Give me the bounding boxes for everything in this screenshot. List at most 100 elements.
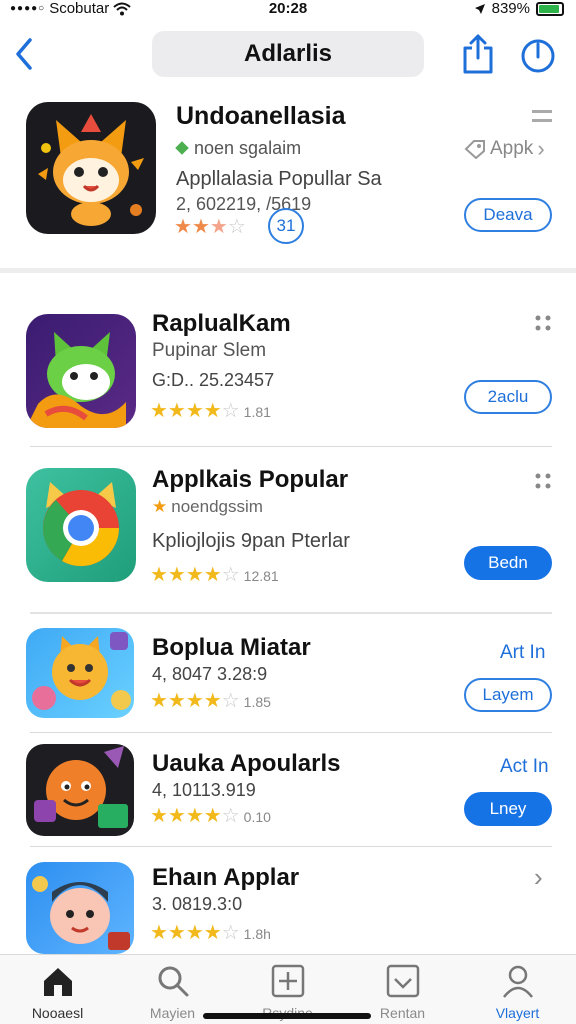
rating-count: 1.8h [243, 926, 271, 942]
inbox-icon [386, 964, 420, 998]
chevron-left-icon [16, 38, 32, 70]
app-icon-applkais[interactable] [26, 468, 136, 582]
app-rating-stars: ★★★★☆ 1.85 [150, 688, 271, 713]
fox-mascot-icon [38, 114, 144, 226]
tab-label: Nooaesl [31, 1005, 84, 1021]
app-meta: Kpliojlojis 9pan Pterlar [152, 530, 350, 552]
rating-count: 12.81 [243, 568, 279, 584]
share-button[interactable] [462, 34, 494, 74]
cat-face-icon [32, 632, 131, 710]
fox-green-icon [26, 332, 126, 428]
featured-side-link-label: Appk [490, 138, 534, 159]
status-bar: ●●●●○ Scobutar 20:28 839% [0, 0, 576, 20]
more-options-icon[interactable] [534, 472, 552, 490]
app-meta: 4, 10113.919 [152, 780, 256, 800]
featured-rating-stars: ★★★☆ [174, 214, 246, 239]
star-icon: ★ [209, 216, 228, 238]
star-icon: ★★★★ [150, 922, 222, 944]
location-arrow-icon [474, 3, 485, 14]
plus-square-icon [271, 964, 305, 998]
star-icon: ☆ [221, 564, 240, 586]
featured-side-link[interactable]: Appk › [464, 136, 545, 162]
battery-icon [536, 1, 564, 16]
tab-profile[interactable]: Vlayert [460, 955, 575, 1024]
featured-get-button[interactable]: Deava [464, 198, 552, 232]
featured-app-name[interactable]: Undoanellasia [176, 102, 346, 131]
power-button[interactable] [520, 38, 556, 74]
star-icon: ☆ [221, 922, 240, 944]
back-button[interactable] [12, 36, 36, 72]
page-title: Adlarlis [152, 31, 424, 77]
app-rating-stars: ★★★★☆ 0.10 [150, 803, 271, 828]
app-subtitle: Pupinar Slem [152, 340, 267, 361]
star-icon: ★ [174, 216, 192, 238]
star-icon: ★ [191, 216, 210, 238]
star-icon: ☆ [221, 805, 240, 827]
app-subtitle: ★ noendgssim [152, 497, 263, 517]
emoji-face-icon [34, 746, 128, 828]
app-meta: 3. 0819.3:0 [152, 894, 243, 914]
app-action-link[interactable]: Act In [500, 756, 549, 778]
app-name[interactable]: Ehaın Applar [152, 864, 299, 892]
star-icon: ★★★★ [150, 400, 222, 422]
app-action-link[interactable]: Art In [500, 642, 545, 664]
tab-home[interactable]: Nooaesl [0, 955, 115, 1024]
app-name[interactable]: Applkais Popular [152, 466, 348, 494]
app-meta: G:D.. 25.23457 [152, 370, 275, 390]
navigation-bar: Adlarlis [0, 28, 576, 80]
app-get-button[interactable]: Bedn [464, 546, 552, 580]
featured-app-category: noen sgalaim [175, 138, 302, 159]
chevron-right-icon: › [537, 136, 545, 161]
row-divider [30, 446, 552, 447]
row-divider [30, 846, 552, 847]
app-subtitle-label: noendgssim [171, 497, 263, 516]
app-icon-raplualkam[interactable] [26, 314, 136, 428]
rating-count: 1.85 [243, 694, 271, 710]
battery-percent: 839% [491, 0, 530, 17]
power-icon [521, 39, 555, 73]
app-rating-stars: ★★★★☆ 1.8h [150, 920, 271, 945]
menu-lines-icon[interactable] [532, 110, 552, 122]
rating-count-badge: 31 [268, 208, 304, 244]
featured-app-category-label: noen sgalaim [194, 138, 302, 158]
tag-icon [464, 140, 485, 159]
browser-logo-icon [42, 482, 120, 567]
row-chevron-icon[interactable]: › [534, 862, 543, 893]
row-divider [30, 732, 552, 733]
app-name[interactable]: Uauka Apoularls [152, 750, 341, 778]
featured-app-description: Appllalasia Popullar Sa [176, 168, 382, 190]
app-name[interactable]: Boplua Miatar [152, 634, 311, 662]
app-get-button[interactable]: Lney [464, 792, 552, 826]
home-icon [44, 968, 72, 996]
row-divider [30, 612, 552, 614]
app-icon-uauka[interactable] [26, 744, 134, 836]
app-get-button[interactable]: 2aclu [464, 380, 552, 414]
star-icon: ★★★★ [150, 805, 222, 827]
category-gem-icon [175, 141, 189, 155]
star-badge-icon: ★ [152, 497, 168, 516]
status-right: 839% [474, 0, 564, 17]
character-face-icon [32, 876, 130, 950]
home-indicator [203, 1013, 371, 1019]
app-rating-stars: ★★★★☆ 12.81 [150, 562, 279, 587]
rating-count: 0.10 [243, 809, 271, 825]
app-name[interactable]: RaplualKam [152, 310, 291, 338]
rating-count: 1.81 [243, 404, 271, 420]
app-meta: 4, 8047 3.28:9 [152, 664, 268, 684]
app-icon-boplua[interactable] [26, 628, 134, 718]
star-icon: ☆ [227, 216, 246, 238]
profile-icon [503, 965, 533, 998]
featured-app-icon[interactable] [26, 102, 156, 234]
share-icon [463, 34, 493, 74]
tab-label: Vlayert [495, 1005, 540, 1021]
star-icon: ★★★★ [150, 564, 222, 586]
app-icon-ehain[interactable] [26, 862, 134, 954]
section-separator [0, 268, 576, 273]
app-get-button[interactable]: Layem [464, 678, 552, 712]
star-icon: ☆ [221, 400, 240, 422]
star-icon: ☆ [221, 690, 240, 712]
more-options-icon[interactable] [534, 314, 552, 332]
app-rating-stars: ★★★★☆ 1.81 [150, 398, 271, 423]
star-icon: ★★★★ [150, 690, 222, 712]
search-icon [158, 966, 189, 997]
